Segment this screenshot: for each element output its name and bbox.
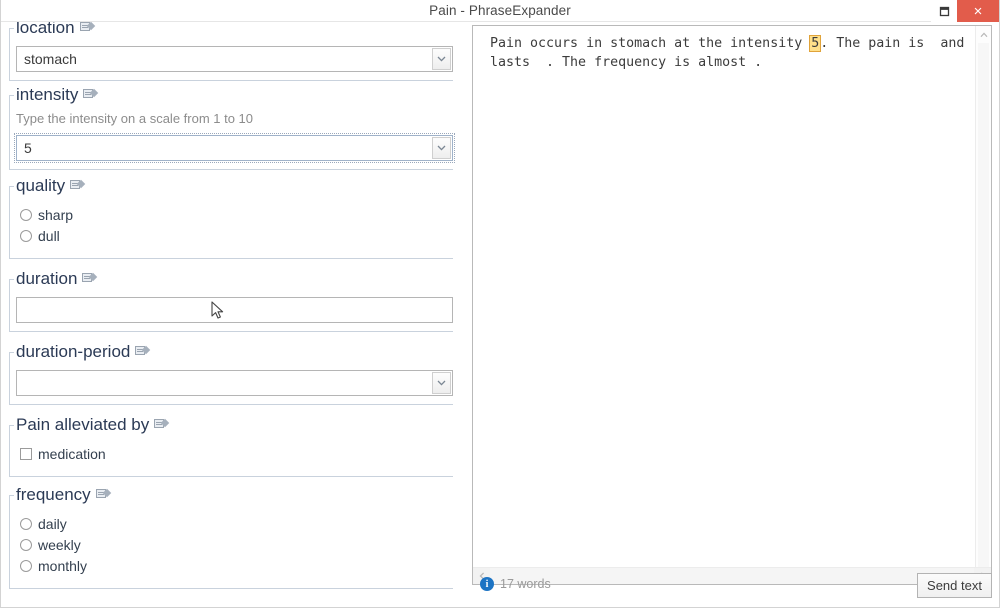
chevron-down-icon (437, 145, 446, 151)
radio-option-daily[interactable]: daily (20, 513, 453, 534)
edit-icon[interactable] (95, 488, 111, 499)
group-title-intensity: intensity (16, 84, 453, 106)
title-bar: Pain - PhraseExpander × (1, 0, 999, 22)
preview-textarea[interactable]: Pain occurs in stomach at the intensity … (472, 25, 992, 585)
intensity-value: 5 (24, 140, 32, 156)
radio-option-dull[interactable]: dull (20, 225, 453, 246)
word-count-text: 17 words (500, 577, 551, 591)
radio-label-sharp: sharp (38, 206, 74, 223)
field-group-pain-alleviated-by: Pain alleviated by medication (9, 414, 453, 477)
radio-option-weekly[interactable]: weekly (20, 534, 453, 555)
group-title-location: location (16, 22, 453, 39)
status-bar: i 17 words Send text (472, 573, 992, 601)
vertical-scroll-track[interactable] (978, 43, 989, 567)
field-group-quality: quality sharp dull (9, 175, 453, 259)
radio-label-monthly: monthly (38, 557, 88, 574)
edit-icon[interactable] (70, 179, 86, 190)
duration-input[interactable] (16, 297, 453, 323)
group-label-quality: quality (16, 176, 69, 195)
group-title-duration-period: duration-period (16, 341, 453, 363)
group-title-pain-alleviated-by: Pain alleviated by (16, 414, 453, 436)
edit-icon[interactable] (82, 272, 98, 283)
field-group-frequency: frequency daily weekly monthly (9, 484, 453, 589)
radio-icon (20, 229, 32, 242)
radio-icon (20, 517, 32, 530)
field-group-duration-period: duration-period (9, 341, 453, 405)
group-label-duration: duration (16, 269, 81, 288)
send-text-button[interactable]: Send text (917, 573, 992, 598)
group-title-quality: quality (16, 175, 453, 197)
field-group-intensity: intensity Type the intensity on a scale … (9, 84, 455, 170)
send-text-label: Send text (927, 578, 982, 593)
edit-icon[interactable] (79, 22, 95, 32)
location-combobox[interactable]: stomach (16, 46, 453, 72)
radio-option-sharp[interactable]: sharp (20, 204, 453, 225)
radio-label-weekly: weekly (38, 536, 81, 553)
group-title-frequency: frequency (16, 484, 453, 506)
preview-text-before: Pain occurs in stomach at the intensity (490, 36, 811, 51)
window-controls: × (931, 0, 999, 22)
intensity-hint: Type the intensity on a scale from 1 to … (16, 111, 254, 126)
radio-label-daily: daily (38, 515, 67, 532)
window-body: location stomach intensity Type the inte… (1, 22, 999, 607)
preview-pane: Pain occurs in stomach at the intensity … (463, 22, 999, 607)
chevron-down-icon (437, 56, 446, 62)
close-icon: × (973, 2, 983, 20)
group-label-duration-period: duration-period (16, 342, 134, 361)
checkbox-option-medication[interactable]: medication (20, 443, 453, 464)
radio-icon (20, 538, 32, 551)
location-dropdown-arrow[interactable] (432, 48, 451, 70)
restore-icon (939, 6, 949, 16)
group-label-frequency: frequency (16, 485, 94, 504)
radio-icon (20, 559, 32, 572)
intensity-dropdown-arrow[interactable] (432, 137, 451, 159)
app-window: Pain - PhraseExpander × location stomach… (0, 0, 1000, 608)
chevron-up-icon (980, 32, 988, 37)
word-count-group: i 17 words (480, 577, 551, 591)
chevron-down-icon (437, 380, 446, 386)
checkbox-icon (20, 447, 32, 460)
location-value: stomach (24, 51, 77, 67)
preview-text[interactable]: Pain occurs in stomach at the intensity … (473, 26, 975, 567)
checkbox-label-medication: medication (38, 445, 106, 462)
field-group-duration: duration (9, 268, 453, 332)
vertical-scrollbar[interactable] (975, 26, 991, 567)
duration-period-dropdown-arrow[interactable] (432, 372, 451, 394)
group-title-duration: duration (16, 268, 453, 290)
edit-icon[interactable] (83, 88, 99, 99)
restore-button[interactable] (931, 0, 957, 22)
group-label-pain-alleviated-by: Pain alleviated by (16, 415, 153, 434)
radio-icon (20, 208, 32, 221)
form-pane: location stomach intensity Type the inte… (1, 22, 463, 607)
duration-period-combobox[interactable] (16, 370, 453, 396)
close-button[interactable]: × (957, 0, 999, 22)
group-label-location: location (16, 22, 78, 37)
edit-icon[interactable] (154, 418, 170, 429)
group-label-intensity: intensity (16, 85, 82, 104)
scroll-up-button[interactable] (976, 26, 992, 43)
window-title: Pain - PhraseExpander (429, 3, 571, 18)
intensity-combobox[interactable]: 5 (14, 133, 455, 163)
edit-icon[interactable] (135, 345, 151, 356)
info-icon: i (480, 577, 494, 591)
field-group-location: location stomach (9, 22, 453, 81)
radio-label-dull: dull (38, 227, 60, 244)
radio-option-monthly[interactable]: monthly (20, 555, 453, 576)
